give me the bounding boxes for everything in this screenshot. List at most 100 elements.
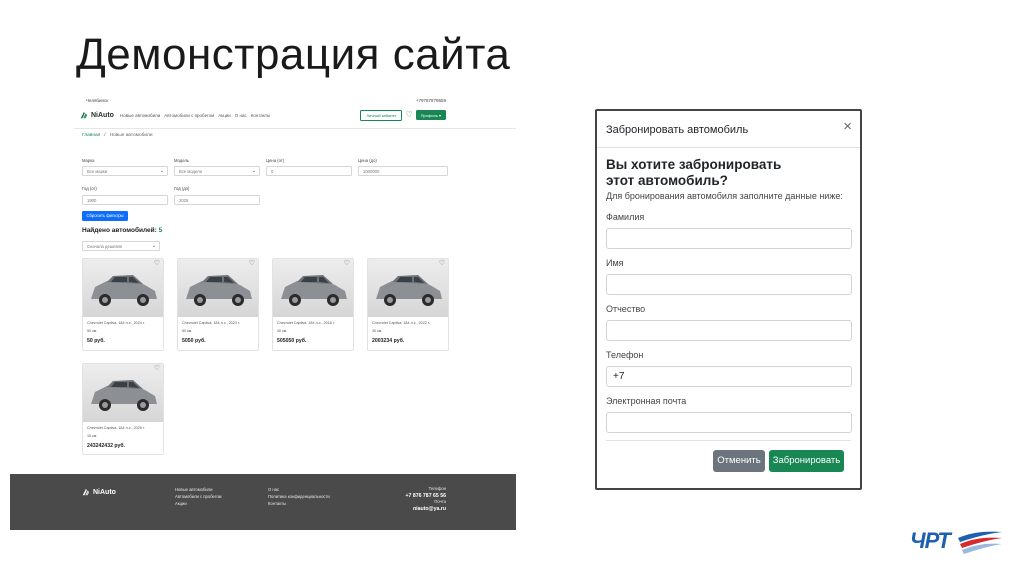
footer-links-info: О нас Политика конфиденциальности Контак… [268,486,330,507]
footer-link[interactable]: О нас [268,486,330,493]
model-select[interactable]: Все модели ⌄ [174,166,260,176]
slide-title: Демонстрация сайта [76,30,511,79]
breadcrumb-current: Новые автомобили [109,133,153,138]
account-button[interactable]: Личный кабинет [360,109,403,121]
cancel-button[interactable]: Отменить [713,450,765,472]
car-title: Chevrolet Captiva, 184 л.с., 2018 г. [277,321,335,325]
car-card[interactable]: ♡ Chevrolet Captiva, 184 л.с., 2018 г. 40… [272,258,354,351]
leaf-logo-icon [82,488,90,496]
nav-item-contacts[interactable]: Контакты [251,113,270,118]
car-mileage: 30 км. [372,328,383,333]
car-photo [83,364,163,422]
car-photo [273,259,353,317]
booking-modal: Забронировать автомобиль × Вы хотите заб… [595,109,862,490]
modal-question: Вы хотите забронировать этот автомобиль? [606,157,782,188]
sort-select-value: Сначала дешевле [87,244,123,249]
year-to-label: Год (до) [174,186,190,191]
year-from-input[interactable]: 1900 [82,195,168,205]
breadcrumb-separator: / [104,133,106,138]
car-card[interactable]: ♡ Chevrolet Captiva, 184 л.с., 2023 г. 50… [177,258,259,351]
year-from-label: Год (от) [82,186,97,191]
top-phone[interactable]: +79787879559 [416,98,446,103]
surname-field[interactable] [606,228,852,249]
footer-link[interactable]: Новые автомобили [175,486,222,493]
name-label: Имя [606,258,624,268]
close-icon[interactable]: × [843,119,852,134]
leaf-logo-icon [80,111,88,119]
favorite-heart-icon[interactable]: ♡ [249,260,255,267]
book-button[interactable]: Забронировать [769,450,844,472]
sort-select[interactable]: Сначала дешевле ⌄ [82,241,160,251]
brand-logo[interactable]: NiAuto [80,111,114,119]
chevron-down-icon: ⌄ [159,168,164,174]
brand-select-value: Все марки [87,169,108,174]
email-field[interactable] [606,412,852,433]
footer-brand-name: NiAuto [93,488,116,496]
favorite-heart-icon[interactable]: ♡ [154,260,160,267]
nav-item-promos[interactable]: Акции [218,113,231,118]
footer-link[interactable]: Контакты [268,500,330,507]
profile-button[interactable]: Профиль ▾ [415,110,446,120]
email-label: Электронная почта [606,396,687,406]
found-label: Найдено автомобилей: [82,227,157,234]
brand-name: NiAuto [91,111,114,119]
footer-link[interactable]: Акции [175,500,222,507]
model-filter-label: Модель [174,158,190,163]
nav-links: Новые автомобили Автомобили с пробегом А… [120,113,270,118]
car-description: Chevrolet Captiva, 184 л.с., 2023 г. 50 к… [182,320,255,335]
price-to-input[interactable]: 1000000 [358,166,448,176]
price-to-label: Цена (до) [358,158,377,163]
patronymic-field[interactable] [606,320,852,341]
nav-item-new-cars[interactable]: Новые автомобили [120,113,160,118]
favorite-heart-icon[interactable]: ♡ [344,260,350,267]
car-card[interactable]: ♡ Chevrolet Captiva, 184 л.с., 2024 г. 50… [82,258,164,351]
car-photo [368,259,448,317]
found-count: 5 [158,227,163,234]
favorite-heart-icon[interactable]: ♡ [154,365,160,372]
nav-item-about[interactable]: О нас [235,113,247,118]
chevron-down-icon: ⌄ [151,243,156,249]
brand-select[interactable]: Все марки ⌄ [82,166,168,176]
model-select-value: Все модели [179,169,202,174]
surname-label: Фамилия [606,212,645,222]
car-price: 505050 руб. [277,338,307,344]
breadcrumb: Главная / Новые автомобили [82,133,153,138]
modal-subtitle: Для бронирования автомобиля заполните да… [606,191,843,201]
nav-actions: Личный кабинет ♡ Профиль ▾ [360,109,446,121]
footer-email[interactable]: niauto@ya.ru [405,506,446,513]
footer-links-cars: Новые автомобили Автомобили с пробегом А… [175,486,222,507]
chrt-logo-text: ЧРТ [910,528,951,553]
footer-contacts: Телефон +7 876 787 65 56 Почта niauto@ya… [405,486,446,512]
car-card[interactable]: ♡ Chevrolet Captiva, 184 л.с., 2025 г. 15… [82,363,164,455]
reset-filters-button[interactable]: Сбросить фильтры [82,211,128,221]
footer-brand[interactable]: NiAuto [82,488,116,496]
phone-field[interactable]: +7 [606,366,852,387]
footer-link[interactable]: Автомобили с пробегом [175,493,222,500]
car-price: 2003234 руб. [372,338,405,344]
car-image-icon [376,275,442,306]
price-from-label: Цена (от) [266,158,285,163]
car-description: Chevrolet Captiva, 184 л.с., 2024 г. 50 к… [87,320,160,335]
flag-waves-logo-icon [958,531,1002,554]
car-title: Chevrolet Captiva, 184 л.с., 2025 г. [87,426,145,430]
car-image-icon [91,380,157,411]
favorites-heart-icon[interactable]: ♡ [405,111,412,119]
found-count-heading: Найдено автомобилей: 5 [82,227,162,234]
car-description: Chevrolet Captiva, 184 л.с., 2022 г. 30 к… [372,320,445,335]
nav-item-used-cars[interactable]: Автомобили с пробегом [164,113,214,118]
name-field[interactable] [606,274,852,295]
chevron-down-icon: ⌄ [251,168,256,174]
footer-link[interactable]: Политика конфиденциальности [268,493,330,500]
car-mileage: 40 км. [277,328,288,333]
car-description: Chevrolet Captiva, 184 л.с., 2018 г. 40 к… [277,320,350,335]
favorite-heart-icon[interactable]: ♡ [439,260,445,267]
car-photo [83,259,163,317]
city-label[interactable]: Челябинск [86,98,108,103]
modal-header: Забронировать автомобиль × [597,111,860,148]
car-card[interactable]: ♡ Chevrolet Captiva, 184 л.с., 2022 г. 30… [367,258,449,351]
site-footer: NiAuto Новые автомобили Автомобили с про… [10,474,516,530]
breadcrumb-home[interactable]: Главная [82,133,100,138]
price-from-input[interactable]: 0 [266,166,352,176]
car-mileage: 15 км. [87,433,98,438]
year-to-input[interactable]: 2025 [174,195,260,205]
